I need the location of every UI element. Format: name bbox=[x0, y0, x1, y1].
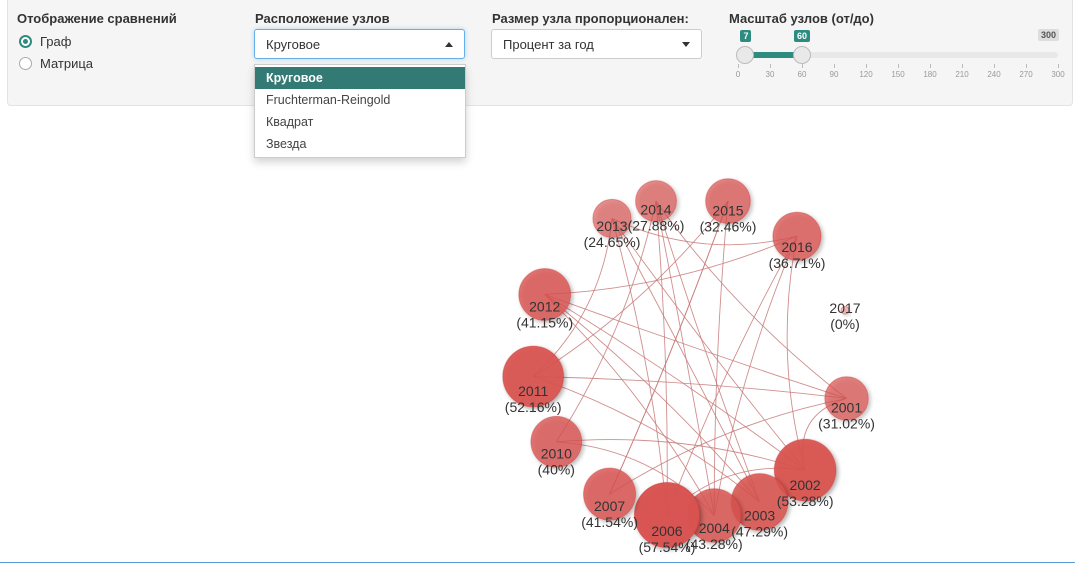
node-percent-label: (41.54%) bbox=[581, 514, 638, 530]
node-percent-label: (36.71%) bbox=[769, 255, 826, 271]
graph-edge bbox=[655, 200, 761, 503]
comparison-graph: 2001(31.02%)2002(53.28%)2003(47.29%)2004… bbox=[502, 178, 875, 555]
node-year-label: 2014 bbox=[640, 201, 671, 217]
layout-dropdown: Круговое Fruchterman-Reingold Квадрат Зв… bbox=[254, 64, 466, 158]
node-year-label: 2004 bbox=[699, 520, 730, 536]
node-percent-label: (32.46%) bbox=[700, 219, 757, 235]
node-percent-label: (41.15%) bbox=[516, 314, 573, 330]
graph-edge bbox=[786, 236, 806, 471]
layout-option-circular[interactable]: Круговое bbox=[255, 67, 465, 89]
node-percent-label: (24.65%) bbox=[584, 234, 641, 250]
node-year-label: 2003 bbox=[744, 507, 775, 523]
node-percent-label: (31.02%) bbox=[818, 416, 875, 432]
node-year-label: 2016 bbox=[781, 239, 812, 255]
node-year-label: 2010 bbox=[541, 445, 572, 461]
node-percent-label: (0%) bbox=[830, 316, 860, 332]
node-year-label: 2001 bbox=[831, 400, 862, 416]
layout-option-fruchterman[interactable]: Fruchterman-Reingold bbox=[255, 89, 465, 111]
node-percent-label: (53.28%) bbox=[777, 493, 834, 509]
node-year-label: 2015 bbox=[712, 203, 743, 219]
node-percent-label: (57.54%) bbox=[639, 539, 696, 555]
node-year-label: 2011 bbox=[518, 383, 548, 399]
graph-edge bbox=[544, 235, 798, 295]
node-percent-label: (27.88%) bbox=[628, 217, 685, 233]
graph-edge bbox=[556, 439, 806, 471]
node-year-label: 2002 bbox=[790, 477, 821, 493]
node-year-label: 2007 bbox=[594, 498, 625, 514]
node-year-label: 2013 bbox=[596, 218, 627, 234]
layout-option-star[interactable]: Звезда bbox=[255, 133, 465, 155]
bottom-divider bbox=[0, 562, 1075, 563]
node-year-label: 2012 bbox=[529, 298, 560, 314]
layout-option-square[interactable]: Квадрат bbox=[255, 111, 465, 133]
node-year-label: 2017 bbox=[829, 300, 860, 316]
node-percent-label: (52.16%) bbox=[505, 399, 562, 415]
node-year-label: 2006 bbox=[651, 523, 682, 539]
node-percent-label: (40%) bbox=[538, 461, 575, 477]
